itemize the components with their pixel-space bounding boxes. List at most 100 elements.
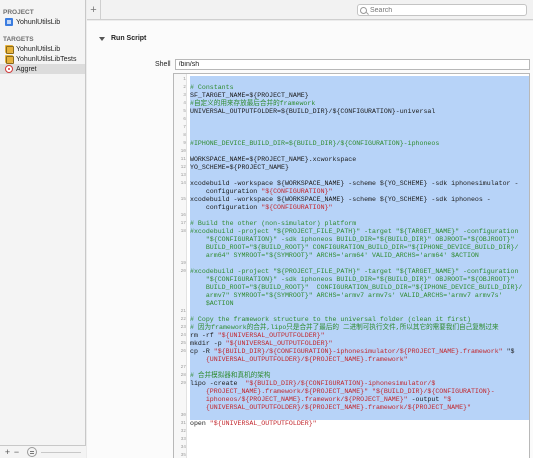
add-target-button[interactable]: + xyxy=(3,447,12,457)
code-text: # Constants xyxy=(190,84,529,92)
target-icon xyxy=(5,45,14,54)
xcode-window: PROJECT YohunlUtilsLib TARGETS YohunlUti… xyxy=(0,0,533,458)
code-token: #xcodebuild -project "${PROJECT_FILE_PAT… xyxy=(190,228,519,235)
sidebar-item-project[interactable]: YohunlUtilsLib xyxy=(0,17,85,27)
code-text xyxy=(190,364,529,372)
script-editor[interactable]: 1 2 # Constants 3 SF_TARGET_NAME=${PROJECT_… xyxy=(173,73,530,458)
code-line: 33 xyxy=(174,436,529,444)
code-token: cp -R xyxy=(190,348,214,355)
code-text xyxy=(190,260,529,268)
code-text: rm -rf "${UNIVERSAL_OUTPUTFOLDER}" xyxy=(190,332,529,340)
code-token: configuration xyxy=(190,188,262,195)
line-number: 33 xyxy=(180,437,186,442)
run-script-phase-header[interactable]: Run Script xyxy=(99,35,146,42)
code-text xyxy=(190,172,529,180)
code-text xyxy=(190,308,529,316)
code-line: 16 xyxy=(174,212,529,220)
code-token: # Copy the framework structure to the un… xyxy=(190,316,471,323)
code-token: "${BUILD_DIR}/${CONFIGURATION}-iphonesim… xyxy=(245,380,436,387)
code-line: 21 xyxy=(174,308,529,316)
code-token: BUILD_ROOT="${BUILD_ROOT}" CONFIGURATION… xyxy=(190,244,519,251)
line-number: 35 xyxy=(180,453,186,458)
aggregate-icon xyxy=(5,65,13,73)
line-number: 11 xyxy=(180,157,186,162)
code-token: UNIVERSAL_OUTPUTFOLDER=${BUILD_DIR}/${CO… xyxy=(190,108,436,115)
code-line: 29 lipo -create "${BUILD_DIR}/${CONFIGURA… xyxy=(174,380,529,388)
code-text: SF_TARGET_NAME=${PROJECT_NAME} xyxy=(190,92,529,100)
shell-row: Shell xyxy=(155,59,530,70)
filter-icon[interactable] xyxy=(27,447,37,457)
code-token: # Build the other (non-simulator) platfo… xyxy=(190,220,357,227)
line-number: 6 xyxy=(183,117,186,122)
line-number: 5 xyxy=(183,109,186,114)
code-line: 2 # Constants xyxy=(174,84,529,92)
code-text xyxy=(190,412,529,420)
line-number: 29 xyxy=(180,381,186,386)
code-text xyxy=(190,132,529,140)
line-number: 28 xyxy=(180,373,186,378)
line-number: 20 xyxy=(180,269,186,274)
line-number: 15 xyxy=(180,197,186,202)
code-token: # 因为framework的合并,lipo只是合并了最后的 二进制可执行文件,所… xyxy=(190,324,499,331)
code-line: 27 xyxy=(174,364,529,372)
shell-label: Shell xyxy=(155,61,171,68)
code-text xyxy=(190,148,529,156)
search-input[interactable] xyxy=(370,6,510,14)
code-line: 12 YO_SCHEME=${PROJECT_NAME} xyxy=(174,164,529,172)
code-line: 32 xyxy=(174,428,529,436)
code-text: lipo -create "${BUILD_DIR}/${CONFIGURATI… xyxy=(190,380,529,388)
remove-target-button[interactable]: − xyxy=(12,447,21,457)
code-token: "${CONFIGURATION}" -sdk iphoneos BUILD_D… xyxy=(190,276,515,283)
line-number: 12 xyxy=(180,165,186,170)
code-token: "$ xyxy=(443,396,452,403)
sidebar-item-target-lib[interactable]: YohunlUtilsLib xyxy=(0,44,85,54)
code-line: 8 xyxy=(174,132,529,140)
line-number: 32 xyxy=(180,429,186,434)
code-token: YO_SCHEME=${PROJECT_NAME} xyxy=(190,164,289,171)
code-text: open "${UNIVERSAL_OUTPUTFOLDER}" xyxy=(190,420,529,428)
sidebar-item-target-aggregate[interactable]: Aggret xyxy=(0,64,85,74)
code-text: WORKSPACE_NAME=${PROJECT_NAME}.xcworkspa… xyxy=(190,156,529,164)
code-line: 1 xyxy=(174,76,529,84)
filter-field[interactable] xyxy=(41,451,81,453)
code-line: "${CONFIGURATION}" -sdk iphoneos BUILD_D… xyxy=(174,276,529,284)
code-text: UNIVERSAL_OUTPUTFOLDER=${BUILD_DIR}/${CO… xyxy=(190,108,529,116)
line-number: 13 xyxy=(180,173,186,178)
code-text: BUILD_ROOT="${BUILD_ROOT}" CONFIGURATION… xyxy=(190,244,529,252)
line-number: 3 xyxy=(183,93,186,98)
code-token: arm64" SYMROOT="${SYMROOT}" ARCHS='arm64… xyxy=(190,252,479,259)
code-text: $ACTION xyxy=(190,300,529,308)
search-field[interactable] xyxy=(357,4,527,16)
code-text: {UNIVERSAL_OUTPUTFOLDER}/${PROJECT_NAME}… xyxy=(190,356,529,364)
line-number: 21 xyxy=(180,309,186,314)
code-text: BUILD_ROOT="${BUILD_ROOT}" CONFIGURATION… xyxy=(190,284,529,292)
project-icon xyxy=(5,18,13,26)
disclosure-triangle-icon[interactable] xyxy=(99,36,105,41)
code-line: 15 xcodebuild -workspace ${WORKSPACE_NAME… xyxy=(174,196,529,204)
code-line: 3 SF_TARGET_NAME=${PROJECT_NAME} xyxy=(174,92,529,100)
line-number: 10 xyxy=(180,149,186,154)
code-text: armv7" SYMROOT="${SYMROOT}" ARCHS='armv7… xyxy=(190,292,529,300)
code-line: 6 xyxy=(174,116,529,124)
code-text xyxy=(190,212,529,220)
line-number: 31 xyxy=(180,421,186,426)
code-text: # Copy the framework structure to the un… xyxy=(190,316,529,324)
line-number: 25 xyxy=(180,341,186,346)
line-number: 26 xyxy=(180,349,186,354)
code-token: # 合并模拟器和真机的架构 xyxy=(190,372,271,379)
code-text: "${CONFIGURATION}" -sdk iphoneos BUILD_D… xyxy=(190,236,529,244)
code-text: configuration "${CONFIGURATION}" xyxy=(190,204,529,212)
code-token: -output xyxy=(407,396,444,403)
sidebar-item-target-tests[interactable]: YohunlUtilsLibTests xyxy=(0,54,85,64)
add-build-phase-button[interactable]: + xyxy=(87,0,101,20)
code-text: # Build the other (non-simulator) platfo… xyxy=(190,220,529,228)
shell-field[interactable] xyxy=(174,59,530,70)
targets-section-header: TARGETS xyxy=(3,36,34,43)
code-token: SF_TARGET_NAME=${PROJECT_NAME} xyxy=(190,92,309,99)
line-number: 2 xyxy=(183,85,186,90)
code-line: 9 #IPHONE_DEVICE_BUILD_DIR=${BUILD_DIR}/$… xyxy=(174,140,529,148)
code-text: #自定义的用来存放最后合并的framework xyxy=(190,100,529,108)
